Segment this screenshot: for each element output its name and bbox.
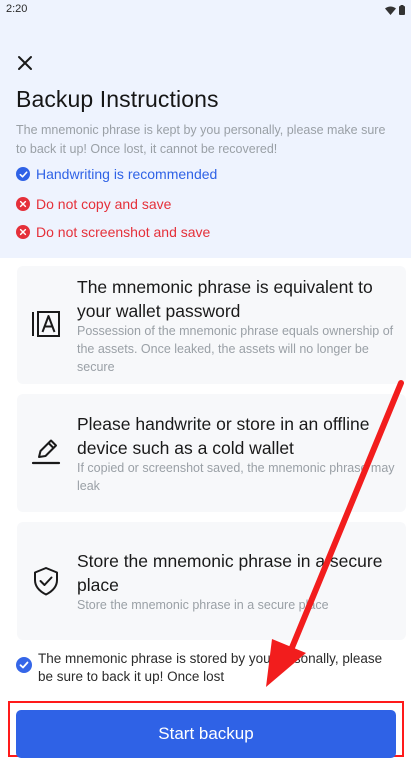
x-circle-icon [16, 225, 30, 239]
card-description: Possession of the mnemonic phrase equals… [77, 324, 394, 374]
card-description: If copied or screenshot saved, the mnemo… [77, 461, 395, 493]
card-title: The mnemonic phrase is equivalent to you… [77, 277, 373, 321]
agreement-row: The mnemonic phrase is stored by you per… [16, 650, 400, 686]
note-text: Do not copy and save [36, 196, 172, 212]
agreement-text: The mnemonic phrase is stored by you per… [38, 651, 383, 684]
card-title: Please handwrite or store in an offline … [77, 414, 370, 458]
tip-card-offline: Please handwrite or store in an offline … [17, 394, 406, 512]
card-title: Store the mnemonic phrase in a secure pl… [77, 551, 383, 595]
status-icons [385, 5, 405, 15]
card-description: Store the mnemonic phrase in a secure pl… [77, 598, 329, 612]
status-time: 2:20 [6, 3, 28, 15]
check-circle-icon [16, 167, 30, 181]
close-button[interactable] [14, 52, 36, 74]
wifi-icon [385, 6, 396, 15]
status-bar: 2:20 [0, 0, 411, 20]
note-no-screenshot: Do not screenshot and save [16, 224, 210, 240]
note-handwriting-recommended: Handwriting is recommended [16, 166, 217, 182]
start-backup-button[interactable]: Start backup [16, 710, 396, 758]
close-icon [18, 56, 32, 70]
note-text: Do not screenshot and save [36, 224, 211, 240]
agreement-checkbox[interactable] [16, 657, 32, 673]
page-title: Backup Instructions [16, 86, 219, 112]
tip-card-password: The mnemonic phrase is equivalent to you… [17, 266, 406, 384]
page-subtitle: The mnemonic phrase is kept by you perso… [16, 123, 386, 156]
x-circle-icon [16, 197, 30, 211]
battery-icon [399, 5, 405, 15]
check-icon [19, 661, 29, 669]
pen-write-icon [29, 434, 63, 468]
note-text: Handwriting is recommended [36, 166, 218, 182]
tip-card-secure-place: Store the mnemonic phrase in a secure pl… [17, 522, 406, 640]
shield-check-icon [29, 564, 63, 598]
note-no-copy: Do not copy and save [16, 196, 171, 212]
password-text-icon [29, 307, 63, 341]
